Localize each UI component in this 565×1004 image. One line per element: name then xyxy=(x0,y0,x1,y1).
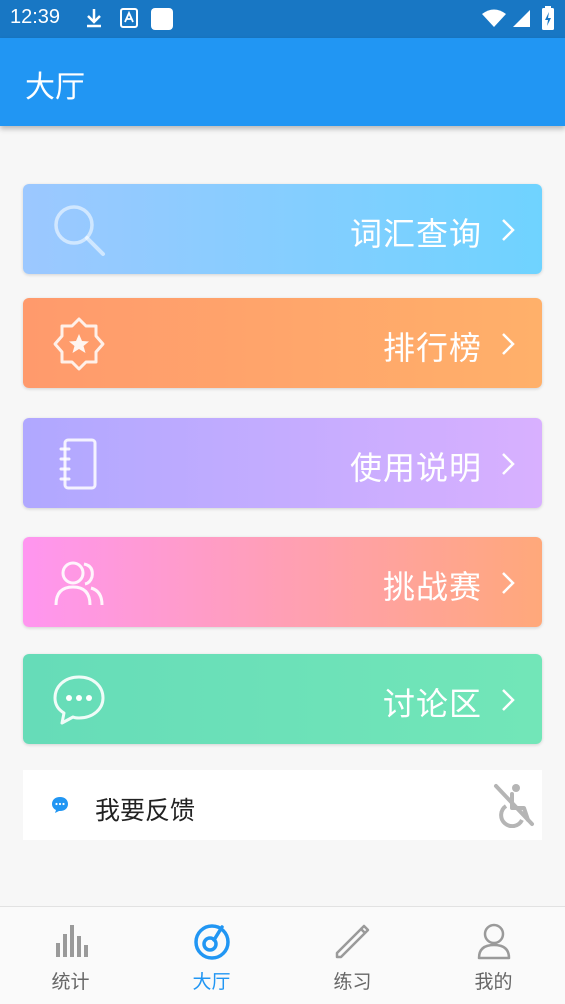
nav-label: 大厅 xyxy=(192,971,231,993)
chevron-right-icon xyxy=(502,333,515,355)
pencil-icon xyxy=(335,924,369,959)
card-challenge[interactable]: 挑战赛 xyxy=(23,537,542,627)
card-leaderboard[interactable]: 排行榜 xyxy=(23,298,542,388)
bar-chart-icon xyxy=(55,925,88,957)
nav-label: 统计 xyxy=(51,971,90,993)
person-icon xyxy=(477,923,510,960)
accessibility-icon[interactable] xyxy=(492,782,536,828)
chevron-right-icon xyxy=(502,689,515,711)
nav-label: 我的 xyxy=(474,971,513,993)
bottom-navigation: 统计 大厅 练习 我的 xyxy=(0,906,565,1004)
status-bar: 12:39 xyxy=(0,0,565,38)
a-icon xyxy=(120,8,138,28)
card-label: 词汇查询 xyxy=(349,215,482,253)
nav-label: 练习 xyxy=(333,971,372,993)
star-badge-icon xyxy=(53,317,105,371)
search-icon xyxy=(54,205,105,256)
card-user-guide[interactable]: 使用说明 xyxy=(23,418,542,508)
battery-icon xyxy=(542,6,554,30)
status-time: 12:39 xyxy=(10,6,61,28)
chevron-right-icon xyxy=(502,453,515,475)
feedback-row[interactable]: 我要反馈 xyxy=(23,770,542,840)
signal-icon xyxy=(513,10,530,27)
card-label: 使用说明 xyxy=(349,449,482,487)
wifi-icon xyxy=(482,9,506,27)
card-label: 挑战赛 xyxy=(382,568,482,606)
card-forum[interactable]: 讨论区 xyxy=(23,654,542,744)
chevron-right-icon xyxy=(502,219,515,241)
card-label: 排行榜 xyxy=(382,329,482,367)
chat-icon xyxy=(53,675,105,725)
nav-item-practice[interactable]: 练习 xyxy=(282,907,423,1004)
square-icon xyxy=(151,8,173,30)
notebook-icon xyxy=(59,438,97,490)
card-label: 讨论区 xyxy=(382,685,482,723)
chevron-right-icon xyxy=(502,572,515,594)
app-bar: 大厅 xyxy=(0,38,565,126)
users-icon xyxy=(54,561,104,606)
card-vocabulary-search[interactable]: 词汇查询 xyxy=(23,184,542,274)
chat-bubble-icon xyxy=(52,797,68,813)
nav-item-mine[interactable]: 我的 xyxy=(423,907,564,1004)
nav-item-statistics[interactable]: 统计 xyxy=(0,907,141,1004)
hall-icon xyxy=(193,924,230,960)
page-title: 大厅 xyxy=(25,70,85,105)
nav-item-hall[interactable]: 大厅 xyxy=(141,907,282,1004)
feedback-label: 我要反馈 xyxy=(95,796,196,825)
download-icon xyxy=(87,9,101,28)
